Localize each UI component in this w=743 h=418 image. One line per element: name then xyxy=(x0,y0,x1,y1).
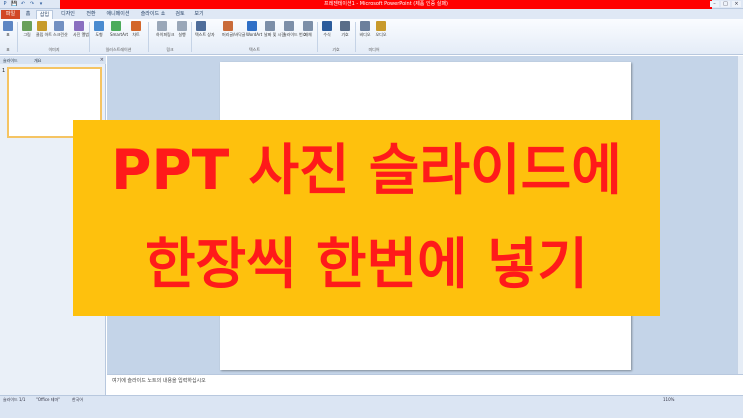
group-label-media: 미디어 xyxy=(368,47,380,52)
equation-button[interactable]: 수식 xyxy=(321,21,333,37)
picture-icon xyxy=(22,21,32,31)
window-title: 프레젠테이션1 - Microsoft PowerPoint (제품 인증 실패… xyxy=(324,1,448,7)
group-label-links: 링크 xyxy=(166,47,174,52)
object-icon xyxy=(303,21,313,31)
ribbon: 표 그림 클립 아트 스크린샷 사진 앨범 도형 SmartArt 차트 하이퍼… xyxy=(0,19,743,55)
banner-line-1: PPT 사진 슬라이드에 xyxy=(111,138,622,202)
action-icon xyxy=(177,21,187,31)
undo-icon[interactable]: ↶ xyxy=(20,1,26,7)
ribbon-tabs: 파일 홈 삽입 디자인 전환 애니메이션 슬라이드 쇼 검토 보기 xyxy=(0,9,743,19)
textbox-button[interactable]: 텍스트 상자 xyxy=(195,21,215,37)
group-label-illustrations: 일러스트레이션 xyxy=(105,47,132,52)
language-indicator[interactable]: 한국어 xyxy=(72,397,83,403)
slide-number-button[interactable]: 슬라이드 번호 xyxy=(283,21,306,37)
pane-tabs: 슬라이드 개요 × xyxy=(0,56,106,64)
redo-icon[interactable]: ↷ xyxy=(29,1,35,7)
clipart-icon xyxy=(37,21,47,31)
title-highlight: 프레젠테이션1 - Microsoft PowerPoint (제품 인증 실패… xyxy=(60,0,712,9)
zoom-level[interactable]: 110% xyxy=(663,397,674,403)
chart-icon xyxy=(131,21,141,31)
slide-number: 1 xyxy=(2,68,6,74)
minimize-button[interactable]: – xyxy=(710,1,719,7)
header-footer-icon xyxy=(223,21,233,31)
group-label-text: 텍스트 xyxy=(248,47,261,52)
tab-home[interactable]: 홈 xyxy=(23,10,33,19)
notes-pane[interactable]: 여기에 슬라이드 노트의 내용을 입력하십시오 xyxy=(107,374,743,395)
notes-placeholder: 여기에 슬라이드 노트의 내용을 입력하십시오 xyxy=(112,378,206,384)
clipart-button[interactable]: 클립 아트 xyxy=(36,21,52,37)
date-time-button[interactable]: 날짜 및 시간 xyxy=(264,21,285,37)
tab-animations[interactable]: 애니메이션 xyxy=(104,10,132,19)
group-label-images: 이미지 xyxy=(48,47,60,52)
overlay-banner: PPT 사진 슬라이드에 한장씩 한번에 넣기 xyxy=(73,120,660,316)
maximize-button[interactable]: □ xyxy=(721,1,730,7)
table-icon xyxy=(3,21,13,31)
slide-counter: 슬라이드 1/1 xyxy=(3,397,26,402)
film-icon xyxy=(360,21,370,31)
smartart-icon xyxy=(111,21,121,31)
symbol-button[interactable]: 기호 xyxy=(339,21,351,37)
screenshot-button[interactable]: 스크린샷 xyxy=(53,21,68,37)
vertical-scrollbar[interactable] xyxy=(737,56,743,374)
tab-design[interactable]: 디자인 xyxy=(58,10,78,19)
screenshot-icon xyxy=(54,21,64,31)
action-button[interactable]: 실행 xyxy=(176,21,188,37)
tab-insert[interactable]: 삽입 xyxy=(36,10,53,19)
close-pane-icon[interactable]: × xyxy=(100,57,104,63)
slide-number-icon xyxy=(284,21,294,31)
tab-view[interactable]: 보기 xyxy=(192,10,206,19)
tab-file[interactable]: 파일 xyxy=(1,10,20,19)
header-footer-button[interactable]: 머리글/바닥글 xyxy=(222,21,245,37)
tab-review[interactable]: 검토 xyxy=(173,10,187,19)
group-label-symbols: 기호 xyxy=(332,47,340,52)
shapes-icon xyxy=(94,21,104,31)
table-button[interactable]: 표 xyxy=(2,21,14,37)
object-button[interactable]: 개체 xyxy=(302,21,314,37)
video-button[interactable]: 비디오 xyxy=(359,21,371,37)
picture-button[interactable]: 그림 xyxy=(21,21,33,37)
powerpoint-icon[interactable]: P xyxy=(2,1,8,7)
speaker-icon xyxy=(376,21,386,31)
chart-button[interactable]: 차트 xyxy=(130,21,142,37)
wordart-button[interactable]: WordArt xyxy=(246,21,262,37)
omega-icon xyxy=(340,21,350,31)
close-button[interactable]: × xyxy=(732,1,741,7)
window-controls: – □ × xyxy=(710,1,741,7)
photo-album-icon xyxy=(74,21,84,31)
calendar-icon xyxy=(265,21,275,31)
tab-transitions[interactable]: 전환 xyxy=(83,10,99,19)
shapes-button[interactable]: 도형 xyxy=(93,21,105,37)
quick-access-toolbar: P 💾 ↶ ↷ ▾ xyxy=(2,1,44,7)
pi-icon xyxy=(322,21,332,31)
tab-outline[interactable]: 개요 xyxy=(34,57,41,64)
title-bar: P 💾 ↶ ↷ ▾ 프레젠테이션1 - Microsoft PowerPoint… xyxy=(0,0,743,9)
customize-qat-icon[interactable]: ▾ xyxy=(38,1,44,7)
theme-name: "Office 테마" xyxy=(36,397,60,402)
hyperlink-button[interactable]: 하이퍼링크 xyxy=(156,21,174,37)
tab-slideshow[interactable]: 슬라이드 쇼 xyxy=(138,10,168,19)
audio-button[interactable]: 오디오 xyxy=(375,21,387,37)
hyperlink-icon xyxy=(157,21,167,31)
banner-line-2: 한장씩 한번에 넣기 xyxy=(144,232,589,296)
smartart-button[interactable]: SmartArt xyxy=(110,21,128,37)
photo-album-button[interactable]: 사진 앨범 xyxy=(73,21,89,37)
wordart-icon xyxy=(247,21,257,31)
status-bar: 슬라이드 1/1 "Office 테마" 한국어 110% xyxy=(0,395,743,418)
textbox-icon xyxy=(196,21,206,31)
save-icon[interactable]: 💾 xyxy=(11,1,17,7)
group-label-table: 표 xyxy=(6,47,10,52)
tab-slides[interactable]: 슬라이드 xyxy=(3,57,18,64)
